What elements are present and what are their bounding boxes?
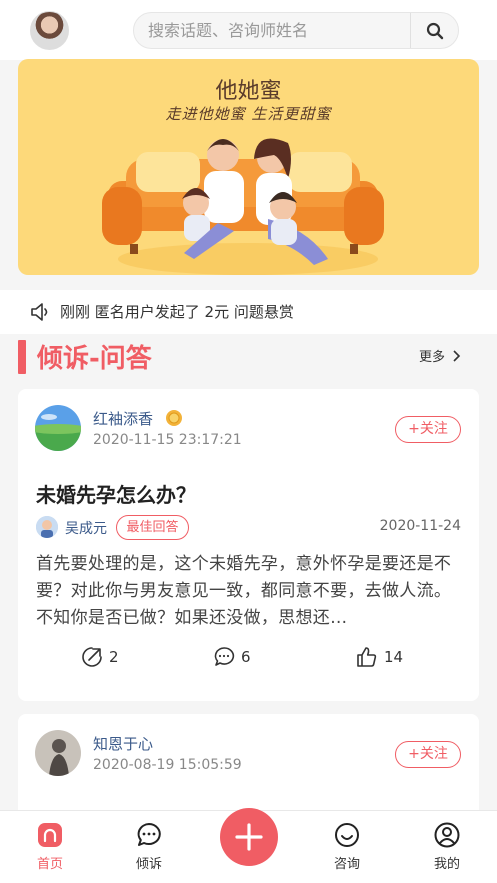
author-name[interactable]: 红袖添香 xyxy=(93,408,153,429)
answer-excerpt[interactable]: 首先要处理的是，这个未婚先孕，意外怀孕是要还是不要？对此你与男友意见一致，都同意… xyxy=(36,551,461,632)
question-card[interactable]: 红袖添香 2020-11-15 23:17:21 +关注 未婚先孕怎么办？ 吴成… xyxy=(18,389,479,701)
follow-button[interactable]: +关注 xyxy=(395,416,461,443)
speaker-icon xyxy=(31,303,48,321)
section-header: 倾诉-问答 更多 xyxy=(0,334,497,384)
medal-icon xyxy=(166,410,182,426)
answerer-name[interactable]: 吴成元 xyxy=(65,518,107,538)
home-icon xyxy=(38,823,62,847)
post-time: 2020-11-15 23:17:21 xyxy=(93,432,242,448)
tab-label: 我的 xyxy=(433,857,460,872)
promo-banner[interactable]: 他她蜜 走进他她蜜 生活更甜蜜 xyxy=(18,59,479,275)
more-label: 更多 xyxy=(419,350,446,365)
share-stat[interactable]: 2 xyxy=(81,645,119,669)
author-avatar[interactable] xyxy=(35,730,81,776)
user-avatar[interactable] xyxy=(30,11,69,50)
search-input[interactable] xyxy=(148,13,418,48)
user-icon xyxy=(434,822,460,848)
section-title: 倾诉-问答 xyxy=(37,344,152,374)
plus-icon xyxy=(235,823,263,851)
like-stat[interactable]: 14 xyxy=(356,645,403,669)
tab-home[interactable]: 首页 xyxy=(20,821,80,872)
search-icon xyxy=(426,22,443,39)
thumbs-up-icon xyxy=(357,647,377,667)
more-link[interactable]: 更多 xyxy=(419,346,461,365)
tab-mine[interactable]: 我的 xyxy=(417,821,477,872)
comment-count: 6 xyxy=(241,648,251,666)
add-post-button[interactable] xyxy=(220,808,278,866)
follow-button[interactable]: +关注 xyxy=(395,741,461,768)
notice-bar[interactable]: 刚刚 匿名用户发起了 2元 问题悬赏 xyxy=(0,290,497,334)
post-time: 2020-08-19 15:05:59 xyxy=(93,757,242,773)
share-icon xyxy=(82,647,102,667)
tab-confide[interactable]: 倾诉 xyxy=(119,821,179,872)
chat-icon xyxy=(137,823,161,846)
tab-label: 首页 xyxy=(36,857,63,872)
author-name[interactable]: 知恩于心 xyxy=(93,733,153,754)
tab-label: 倾诉 xyxy=(135,857,162,872)
best-answer-badge: 最佳回答 xyxy=(116,515,189,540)
search-box[interactable] xyxy=(133,12,459,49)
smile-icon xyxy=(335,823,359,847)
top-bar xyxy=(0,0,497,60)
comment-stat[interactable]: 6 xyxy=(213,645,251,669)
like-count: 14 xyxy=(384,648,404,666)
family-illustration xyxy=(102,138,384,275)
section-accent-bar xyxy=(18,340,26,374)
question-title[interactable]: 未婚先孕怎么办？ xyxy=(36,479,196,508)
tab-label: 咨询 xyxy=(333,857,360,872)
author-avatar[interactable] xyxy=(35,405,81,451)
answer-date: 2020-11-24 xyxy=(379,518,461,534)
bottom-tab-bar: 首页 倾诉 咨询 我的 xyxy=(0,808,497,883)
answerer-avatar[interactable] xyxy=(36,516,58,538)
share-count: 2 xyxy=(109,648,119,666)
notice-text: 刚刚 匿名用户发起了 2元 问题悬赏 xyxy=(60,303,294,321)
chevron-right-icon xyxy=(453,350,461,362)
search-button[interactable] xyxy=(410,13,458,48)
comment-icon xyxy=(214,647,235,666)
tab-consult[interactable]: 咨询 xyxy=(317,821,377,872)
